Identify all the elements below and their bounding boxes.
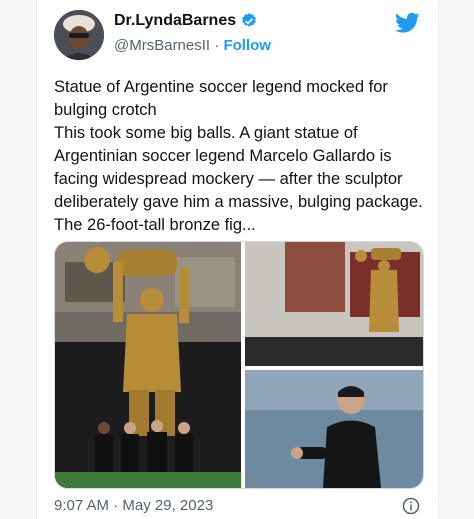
author-handle[interactable]: @MrsBarnesII xyxy=(114,37,210,54)
author-name-row: Dr.LyndaBarnes xyxy=(114,12,258,30)
media-photo-statue-plaza[interactable] xyxy=(245,242,423,366)
separator: · xyxy=(214,37,220,54)
author-display-name[interactable]: Dr.LyndaBarnes xyxy=(114,12,236,30)
timestamp-separator: · xyxy=(113,497,119,514)
tweet-timestamp[interactable]: 9:07 AM · May 29, 2023 xyxy=(54,497,213,514)
follow-button[interactable]: Follow xyxy=(223,37,271,54)
tweet-media-grid[interactable] xyxy=(54,241,424,489)
media-photo-coach[interactable] xyxy=(245,370,423,488)
info-icon[interactable] xyxy=(402,497,420,515)
verified-badge-icon xyxy=(242,13,257,27)
tweet-date: May 29, 2023 xyxy=(122,497,214,514)
tweet-card: Dr.LyndaBarnes @MrsBarnesII · Follow Sta… xyxy=(36,0,439,519)
avatar-image xyxy=(54,10,104,60)
avatar[interactable] xyxy=(54,10,104,60)
tweet-time: 9:07 AM xyxy=(54,497,110,514)
media-photo-statue-full[interactable] xyxy=(55,242,241,488)
author-handle-row: @MrsBarnesII · Follow xyxy=(114,37,271,54)
twitter-bird-icon[interactable] xyxy=(395,12,420,34)
tweet-text: Statue of Argentine soccer legend mocked… xyxy=(54,78,423,234)
media-collage xyxy=(55,242,423,488)
